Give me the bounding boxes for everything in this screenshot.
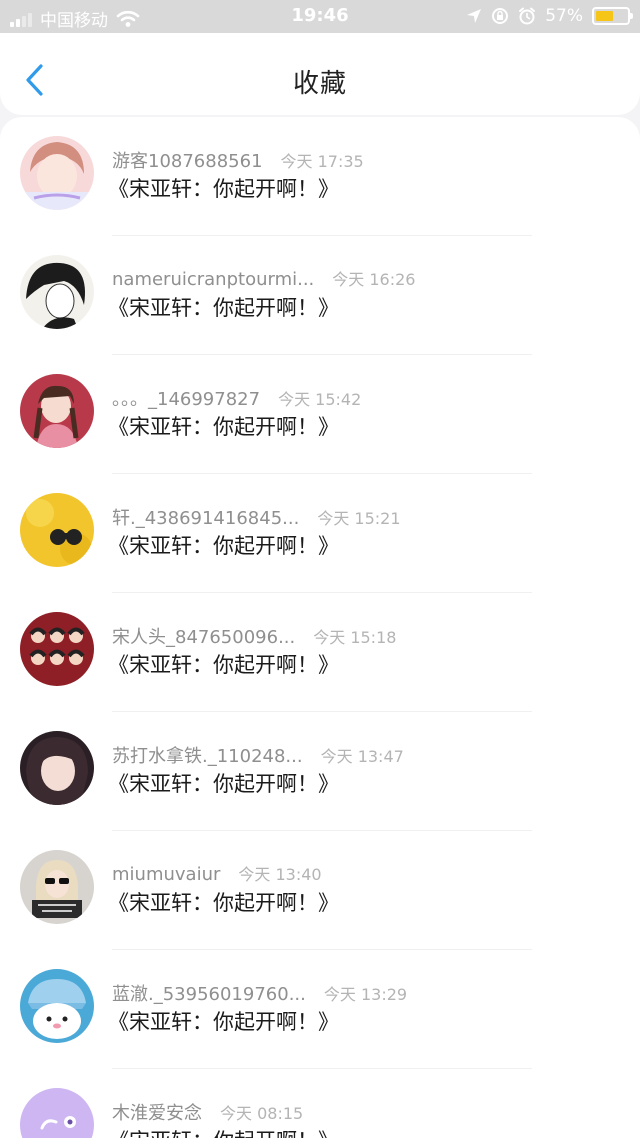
battery-level	[596, 11, 614, 21]
item-meta: 木淮爱安念 今天 08:15	[112, 1099, 303, 1125]
favorite-message: 《宋亚轩：你起开啊！》	[108, 891, 339, 915]
rotation-lock-icon	[492, 8, 509, 24]
avatar[interactable]	[20, 374, 94, 448]
username[interactable]: 蓝澈._53956019760...	[112, 980, 306, 1006]
timestamp: 今天 13:29	[323, 985, 408, 1004]
timestamp: 今天 08:15	[220, 1104, 304, 1123]
username[interactable]: 游客1087688561	[112, 147, 263, 173]
username[interactable]: 木淮爱安念	[112, 1099, 202, 1125]
avatar[interactable]	[20, 969, 94, 1043]
item-meta: 。。。_146997827 今天 15:42	[112, 385, 361, 411]
timestamp: 今天 15:42	[278, 390, 362, 409]
item-meta: 蓝澈._53956019760... 今天 13:29	[112, 980, 407, 1006]
status-right: 57%	[466, 6, 633, 26]
nav-bar: 收藏	[0, 33, 640, 115]
item-meta: 轩._438691416845... 今天 15:21	[112, 504, 401, 530]
timestamp: 今天 15:18	[313, 628, 397, 647]
favorite-message: 《宋亚轩：你起开啊！》	[108, 534, 339, 558]
item-meta: nameruicranptourmi... 今天 16:26	[112, 266, 415, 290]
favorite-message: 《宋亚轩：你起开啊！》	[108, 1125, 339, 1138]
list-item[interactable]: 轩._438691416845... 今天 15:21 《宋亚轩：你起开啊！》	[0, 474, 640, 593]
item-meta: 宋人头_847650096... 今天 15:18	[112, 623, 396, 649]
avatar[interactable]	[20, 850, 94, 924]
favorite-message: 《宋亚轩：你起开啊！》	[108, 296, 339, 320]
favorite-message: 《宋亚轩：你起开啊！》	[108, 415, 339, 439]
item-meta: miumuvaiur 今天 13:40	[112, 861, 322, 885]
timestamp: 今天 13:40	[238, 865, 322, 884]
username[interactable]: nameruicranptourmi...	[112, 269, 314, 290]
alarm-icon	[519, 7, 536, 25]
username[interactable]: 宋人头_847650096...	[112, 623, 295, 649]
avatar[interactable]	[20, 493, 94, 567]
list-item[interactable]: 木淮爱安念 今天 08:15 《宋亚轩：你起开啊！》	[0, 1069, 640, 1138]
username[interactable]: 。。。_146997827	[112, 385, 260, 411]
location-icon	[467, 9, 482, 23]
timestamp: 今天 13:47	[320, 747, 404, 766]
favorite-message: 《宋亚轩：你起开啊！》	[108, 653, 339, 677]
battery-percent: 57%	[545, 6, 583, 26]
list-item[interactable]: miumuvaiur 今天 13:40 《宋亚轩：你起开啊！》	[0, 831, 640, 950]
list-item[interactable]: 游客1087688561 今天 17:35 《宋亚轩：你起开啊！》	[0, 117, 640, 236]
favorite-message: 《宋亚轩：你起开啊！》	[108, 1010, 339, 1034]
avatar[interactable]	[20, 612, 94, 686]
avatar[interactable]	[20, 136, 94, 210]
list-item[interactable]: nameruicranptourmi... 今天 16:26 《宋亚轩：你起开啊…	[0, 236, 640, 355]
timestamp: 今天 17:35	[280, 152, 364, 171]
timestamp: 今天 16:26	[332, 270, 416, 289]
status-bar: 中国移动 19:46 57%	[0, 0, 640, 33]
avatar[interactable]	[20, 1088, 94, 1138]
avatar[interactable]	[20, 731, 94, 805]
avatar[interactable]	[20, 255, 94, 329]
list-item[interactable]: 宋人头_847650096... 今天 15:18 《宋亚轩：你起开啊！》	[0, 593, 640, 712]
favorite-message: 《宋亚轩：你起开啊！》	[108, 772, 339, 796]
battery-icon	[592, 7, 633, 25]
username[interactable]: 苏打水拿铁._110248...	[112, 742, 303, 768]
favorites-list: 游客1087688561 今天 17:35 《宋亚轩：你起开啊！》 nameru…	[0, 117, 640, 1138]
item-meta: 苏打水拿铁._110248... 今天 13:47	[112, 742, 404, 768]
list-item[interactable]: 苏打水拿铁._110248... 今天 13:47 《宋亚轩：你起开啊！》	[0, 712, 640, 831]
timestamp: 今天 15:21	[317, 509, 401, 528]
list-item[interactable]: 。。。_146997827 今天 15:42 《宋亚轩：你起开啊！》	[0, 355, 640, 474]
list-item[interactable]: 蓝澈._53956019760... 今天 13:29 《宋亚轩：你起开啊！》	[0, 950, 640, 1069]
username[interactable]: 轩._438691416845...	[112, 504, 299, 530]
favorite-message: 《宋亚轩：你起开啊！》	[108, 177, 339, 201]
item-meta: 游客1087688561 今天 17:35	[112, 147, 364, 173]
username[interactable]: miumuvaiur	[112, 864, 220, 885]
page-title: 收藏	[292, 69, 347, 99]
